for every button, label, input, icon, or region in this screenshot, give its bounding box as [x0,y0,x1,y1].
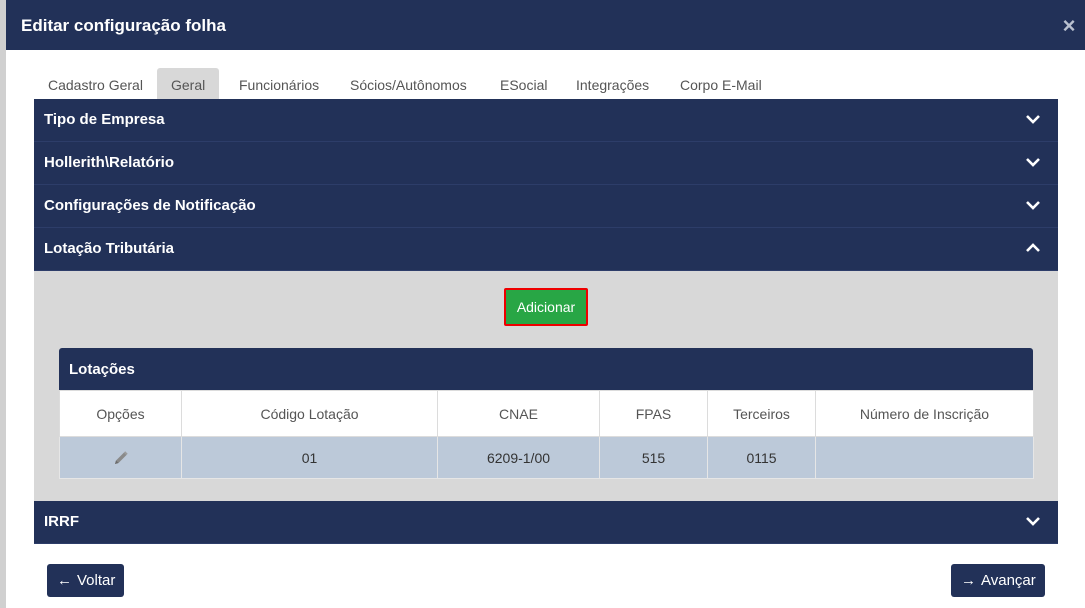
cell-codigo-lotacao: 01 [181,436,438,479]
dialog-title: Editar configuração folha [21,16,226,35]
column-header-terceiros: Terceiros [707,390,816,437]
section-hollerith-relatorio[interactable]: Hollerith\Relatório [34,142,1058,185]
section-tipo-de-empresa[interactable]: Tipo de Empresa [34,99,1058,142]
chevron-up-icon [1026,243,1040,252]
panel-title: Lotações [69,361,135,378]
arrow-left-icon: ← [57,572,72,589]
tab-esocial[interactable]: ESocial [486,68,561,99]
lotacoes-panel: Lotações Opções Código Lotação CNAE FPAS [59,348,1034,479]
section-title: Hollerith\Relatório [44,154,175,171]
cell-terceiros: 0115 [707,436,816,479]
column-header-opcoes: Opções [59,390,182,437]
panel-header: Lotações [59,348,1033,390]
close-button[interactable]: × [1061,15,1077,37]
column-header-numero-inscricao: Número de Inscrição [815,390,1034,437]
table-header-row: Opções Código Lotação CNAE FPAS Terceiro… [59,390,1034,437]
lotacao-section-body: Adicionar Lotações Opções Código Lotação [34,271,1058,501]
chevron-down-icon [1026,115,1040,124]
column-header-fpas: FPAS [599,390,708,437]
config-accordion: Tipo de Empresa Hollerith\Relatório Conf… [34,99,1058,544]
tab-integracoes[interactable]: Integrações [562,68,663,99]
edit-config-dialog: Editar configuração folha × Cadastro Ger… [6,0,1085,608]
tab-geral[interactable]: Geral [157,68,220,99]
section-lotacao-tributaria[interactable]: Lotação Tributária [34,228,1058,271]
next-button-label: Avançar [981,572,1036,589]
tab-funcionarios[interactable]: Funcionários [225,68,333,99]
tab-corpo-email[interactable]: Corpo E-Mail [666,68,776,99]
chevron-down-icon [1026,517,1040,526]
section-title: IRRF [44,513,79,530]
options-cell [59,436,182,479]
tab-socios-autonomos[interactable]: Sócios/Autônomos [336,68,481,99]
section-irrf[interactable]: IRRF [34,501,1058,544]
cell-cnae: 6209-1/00 [437,436,600,479]
table-row: 01 6209-1/00 515 0115 [59,436,1034,479]
add-button[interactable]: Adicionar [504,288,588,326]
column-header-cnae: CNAE [437,390,600,437]
section-title: Lotação Tributária [44,240,175,257]
section-title: Tipo de Empresa [44,111,165,128]
cell-fpas: 515 [599,436,708,479]
dialog-header: Editar configuração folha × [6,0,1085,50]
back-button[interactable]: ← Voltar [47,564,124,597]
cell-numero-inscricao [815,436,1034,479]
column-header-codigo-lotacao: Código Lotação [181,390,438,437]
chevron-down-icon [1026,201,1040,210]
arrow-right-icon: → [961,572,976,589]
next-button[interactable]: → Avançar [951,564,1045,597]
section-title: Configurações de Notificação [44,197,256,214]
chevron-down-icon [1026,158,1040,167]
back-button-label: Voltar [77,572,116,589]
lotacoes-table: Opções Código Lotação CNAE FPAS Terceiro… [59,390,1034,479]
pencil-edit-icon[interactable] [113,450,129,466]
tab-cadastro-geral[interactable]: Cadastro Geral [34,68,157,99]
section-configuracoes-notificacao[interactable]: Configurações de Notificação [34,185,1058,228]
